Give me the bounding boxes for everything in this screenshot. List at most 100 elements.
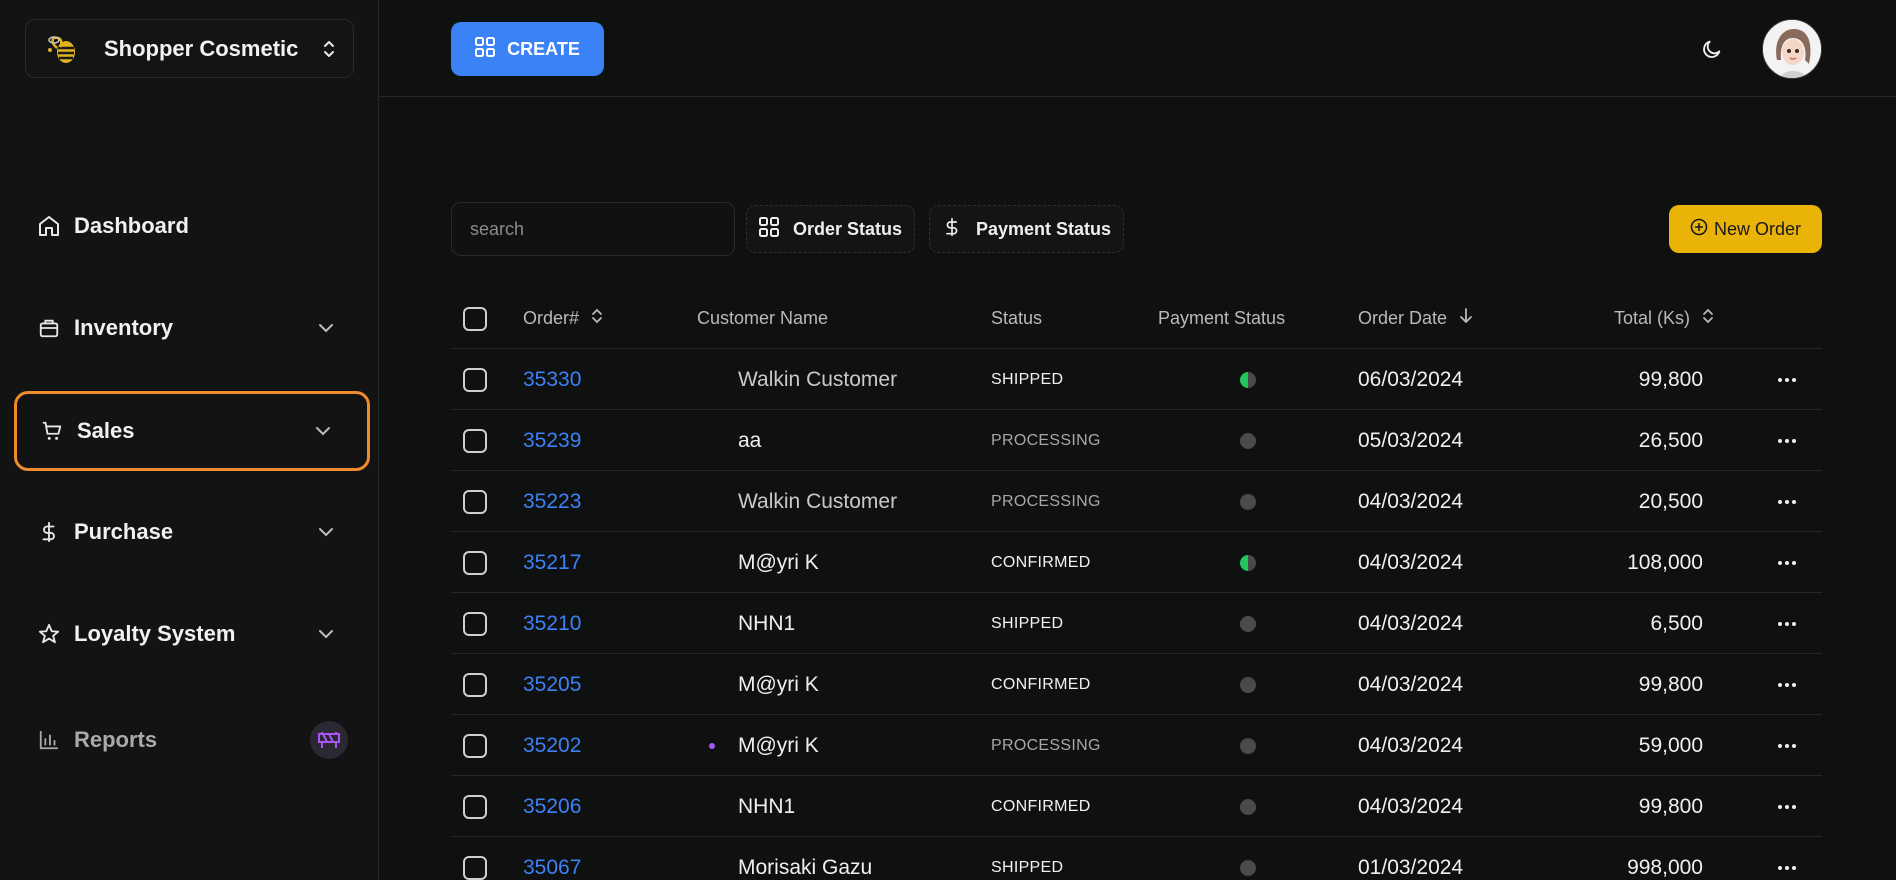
order-number-link[interactable]: 35210 xyxy=(523,612,581,636)
row-checkbox[interactable] xyxy=(463,611,487,636)
new-order-button[interactable]: New Order xyxy=(1669,205,1822,253)
order-number-link[interactable]: 35217 xyxy=(523,551,581,575)
sidebar-item-label: Loyalty System xyxy=(74,621,236,646)
select-all-checkbox[interactable] xyxy=(463,306,487,331)
sidebar-item-label: Dashboard xyxy=(74,213,189,238)
chevron-down-icon xyxy=(311,419,335,443)
order-date: 04/03/2024 xyxy=(1358,672,1464,696)
table-row[interactable]: 35239 aa PROCESSING 05/03/2024 26,500 xyxy=(451,410,1822,471)
order-total: 6,500 xyxy=(1650,611,1703,635)
bee-logo-icon xyxy=(40,28,82,70)
status-badge: SHIPPED xyxy=(991,614,1064,632)
chevron-down-icon xyxy=(314,622,338,646)
chevron-down-icon xyxy=(314,520,338,544)
under-construction-icon xyxy=(310,721,348,759)
moon-icon[interactable] xyxy=(1697,34,1727,64)
order-total: 20,500 xyxy=(1638,489,1703,513)
avatar[interactable] xyxy=(1762,19,1822,79)
grid-icon xyxy=(759,216,779,242)
table-row[interactable]: 35210 NHN1 SHIPPED 04/03/2024 6,500 xyxy=(451,593,1822,654)
row-checkbox[interactable] xyxy=(463,550,487,575)
order-date: 04/03/2024 xyxy=(1358,489,1464,513)
row-checkbox[interactable] xyxy=(463,794,487,819)
order-number-link[interactable]: 35330 xyxy=(523,368,581,392)
row-checkbox[interactable] xyxy=(463,489,487,514)
row-checkbox[interactable] xyxy=(463,367,487,392)
customer-name: M@yri K xyxy=(738,733,819,757)
sidebar-item-reports[interactable]: Reports xyxy=(14,700,370,780)
row-checkbox[interactable] xyxy=(463,733,487,758)
new-order-label: New Order xyxy=(1713,218,1802,239)
customer-name: NHN1 xyxy=(738,611,796,635)
more-actions-icon[interactable] xyxy=(1773,429,1801,453)
chevrons-up-down-icon xyxy=(319,37,339,61)
sidebar-item-sales[interactable]: Sales xyxy=(14,391,370,471)
order-number-link[interactable]: 35205 xyxy=(523,673,581,697)
payment-status-filter-button[interactable]: Payment Status xyxy=(929,205,1125,253)
payment-status-indicator xyxy=(1240,371,1256,388)
sidebar-item-inventory[interactable]: Inventory xyxy=(14,288,370,368)
column-header-label: Customer Name xyxy=(697,308,829,328)
table-row[interactable]: 35206 NHN1 CONFIRMED 04/03/2024 99,800 xyxy=(451,776,1822,837)
more-actions-icon[interactable] xyxy=(1773,734,1801,758)
order-date: 04/03/2024 xyxy=(1358,611,1464,635)
more-actions-icon[interactable] xyxy=(1773,612,1801,636)
plus-circle-icon xyxy=(1690,218,1708,241)
row-checkbox[interactable] xyxy=(463,672,487,697)
row-checkbox[interactable] xyxy=(463,855,487,880)
sidebar-item-label: Sales xyxy=(77,418,135,443)
payment-status-indicator xyxy=(1240,859,1256,876)
payment-status-indicator xyxy=(1240,554,1256,571)
column-header-customer: Customer Name xyxy=(697,288,828,349)
table-row[interactable]: 35205 M@yri K CONFIRMED 04/03/2024 99,800 xyxy=(451,654,1822,715)
status-badge: CONFIRMED xyxy=(991,553,1091,571)
more-actions-icon[interactable] xyxy=(1773,368,1801,392)
table-row[interactable]: 35217 M@yri K CONFIRMED 04/03/2024 108,000 xyxy=(451,532,1822,593)
order-number-link[interactable]: 35202 xyxy=(523,734,581,758)
more-actions-icon[interactable] xyxy=(1773,551,1801,575)
filter-toolbar: Order Status Payment Status New Order xyxy=(451,202,1822,258)
chevron-down-icon xyxy=(314,316,338,340)
sidebar-item-label: Reports xyxy=(74,727,158,752)
table-row[interactable]: 35067 Morisaki Gazu SHIPPED 01/03/2024 998,0… xyxy=(451,837,1822,880)
order-number-link[interactable]: 35239 xyxy=(523,429,581,453)
more-actions-icon[interactable] xyxy=(1773,490,1801,514)
sort-icon xyxy=(591,307,603,330)
column-header-order[interactable]: Order# xyxy=(523,288,603,349)
table-row[interactable]: 35202 M@yri K PROCESSING 04/03/2024 59,000 xyxy=(451,715,1822,776)
order-total: 108,000 xyxy=(1627,550,1703,574)
column-header-payment-status: Payment Status xyxy=(1158,288,1285,349)
order-number-link[interactable]: 35067 xyxy=(523,856,581,880)
order-number-link[interactable]: 35223 xyxy=(523,490,581,514)
more-actions-icon[interactable] xyxy=(1773,856,1801,880)
top-bar: CREATE xyxy=(379,0,1896,97)
order-total: 99,800 xyxy=(1638,367,1703,391)
store-switcher[interactable]: Shopper Cosmetic xyxy=(25,19,354,78)
sidebar-item-purchase[interactable]: Purchase xyxy=(14,492,370,572)
dollar-icon xyxy=(942,216,962,243)
package-icon xyxy=(36,315,62,341)
column-header-total[interactable]: Total (Ks) xyxy=(1614,288,1714,349)
row-checkbox[interactable] xyxy=(463,428,487,453)
search-input[interactable] xyxy=(451,202,735,256)
status-badge: SHIPPED xyxy=(991,858,1064,876)
customer-name: Walkin Customer xyxy=(738,489,898,513)
home-icon xyxy=(36,213,62,239)
order-status-filter-button[interactable]: Order Status xyxy=(746,205,916,253)
table-body: 35330 Walkin Customer SHIPPED 06/03/2024 99,… xyxy=(451,349,1822,880)
order-date: 05/03/2024 xyxy=(1358,428,1464,452)
column-header-label: Status xyxy=(991,308,1043,328)
more-actions-icon[interactable] xyxy=(1773,795,1801,819)
table-row[interactable]: 35223 Walkin Customer PROCESSING 04/03/2024… xyxy=(451,471,1822,532)
order-number-link[interactable]: 35206 xyxy=(523,795,581,819)
column-header-label: Payment Status xyxy=(1158,308,1286,328)
arrow-down-icon xyxy=(1459,307,1473,330)
cart-icon xyxy=(39,418,65,444)
more-actions-icon[interactable] xyxy=(1773,673,1801,697)
create-button[interactable]: CREATE xyxy=(451,22,604,76)
sidebar-item-loyalty-system[interactable]: Loyalty System xyxy=(14,594,370,674)
table-row[interactable]: 35330 Walkin Customer SHIPPED 06/03/2024 99,… xyxy=(451,349,1822,410)
sidebar-item-dashboard[interactable]: Dashboard xyxy=(14,186,370,266)
status-badge: CONFIRMED xyxy=(991,797,1091,815)
column-header-order-date[interactable]: Order Date xyxy=(1358,288,1473,349)
